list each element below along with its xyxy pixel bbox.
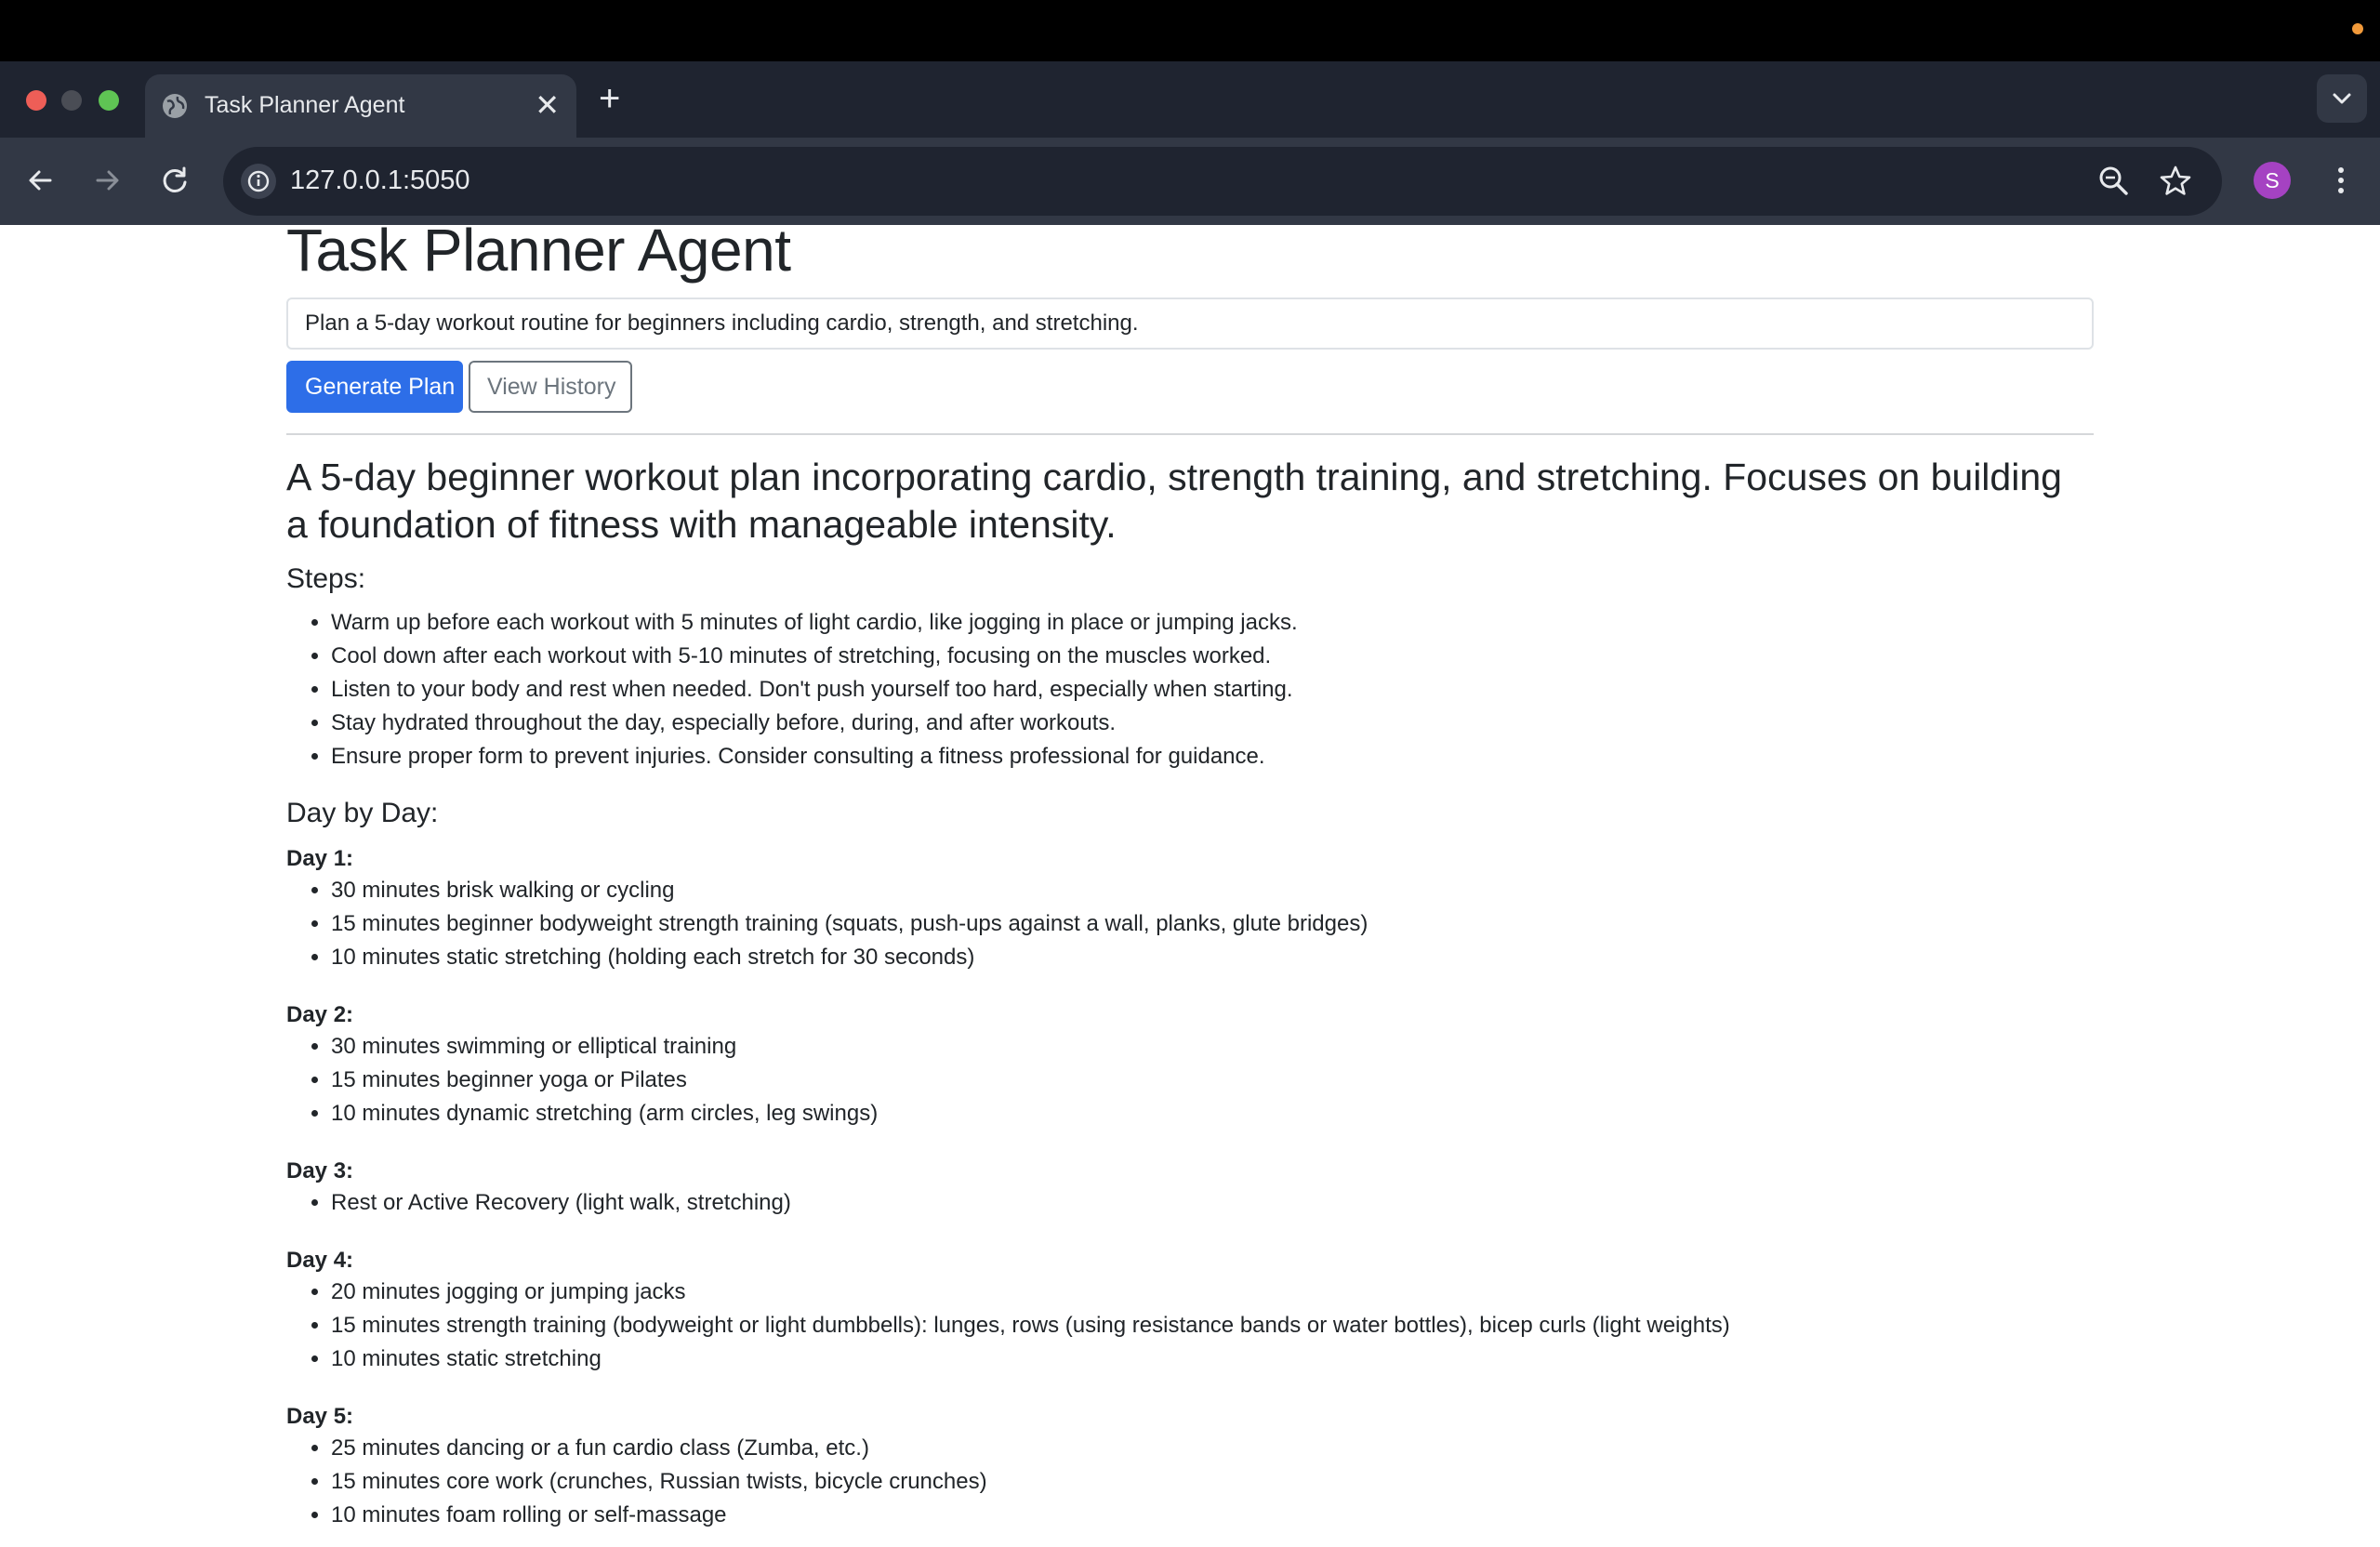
day-by-day-heading: Day by Day: — [286, 798, 439, 828]
steps-heading: Steps: — [286, 563, 366, 594]
day-item: 30 minutes brisk walking or cycling — [331, 874, 1368, 907]
day-item: 10 minutes dynamic stretching (arm circl… — [331, 1097, 878, 1130]
step-item: Ensure proper form to prevent injuries. … — [331, 740, 1298, 774]
task-input[interactable] — [286, 298, 2094, 350]
forward-arrow-icon[interactable] — [86, 160, 127, 201]
day-item-list: Rest or Active Recovery (light walk, str… — [286, 1186, 791, 1220]
day-item-list: 25 minutes dancing or a fun cardio class… — [286, 1432, 987, 1532]
chevron-down-icon — [2333, 93, 2351, 104]
info-icon[interactable] — [238, 161, 279, 202]
day-item: Rest or Active Recovery (light walk, str… — [331, 1186, 791, 1220]
day-item-list: 30 minutes swimming or elliptical traini… — [286, 1030, 878, 1130]
step-item: Warm up before each workout with 5 minut… — [331, 606, 1298, 640]
window-minimize-button[interactable] — [61, 90, 82, 111]
reload-icon[interactable] — [154, 160, 195, 201]
back-arrow-icon[interactable] — [20, 160, 61, 201]
day-item-list: 20 minutes jogging or jumping jacks 15 m… — [286, 1276, 1730, 1376]
window-close-button[interactable] — [26, 90, 46, 111]
steps-list: Warm up before each workout with 5 minut… — [286, 606, 1298, 774]
day-item: 20 minutes jogging or jumping jacks — [331, 1276, 1730, 1309]
day-item: 30 minutes swimming or elliptical traini… — [331, 1030, 878, 1064]
browser-tab-strip: Task Planner Agent ✕ + — [0, 61, 2380, 138]
tab-title: Task Planner Agent — [205, 92, 405, 118]
step-item: Listen to your body and rest when needed… — [331, 673, 1298, 707]
generate-plan-button[interactable]: Generate Plan — [286, 361, 463, 413]
day-label: Day 1: — [286, 846, 354, 871]
day-item-list: 30 minutes brisk walking or cycling 15 m… — [286, 874, 1368, 974]
view-history-button[interactable]: View History — [469, 361, 632, 413]
day-item: 10 minutes static stretching — [331, 1342, 1730, 1376]
step-item: Stay hydrated throughout the day, especi… — [331, 707, 1298, 740]
browser-tab-active[interactable]: Task Planner Agent ✕ — [145, 74, 576, 138]
day-item: 15 minutes beginner bodyweight strength … — [331, 907, 1368, 941]
address-bar[interactable]: 127.0.0.1:5050 — [223, 147, 2222, 216]
day-label: Day 4: — [286, 1248, 354, 1273]
plan-summary: A 5-day beginner workout plan incorporat… — [286, 456, 2062, 546]
more-vert-icon[interactable] — [2320, 160, 2361, 201]
day-label: Day 2: — [286, 1002, 354, 1027]
day-item: 15 minutes beginner yoga or Pilates — [331, 1064, 878, 1097]
day-item: 25 minutes dancing or a fun cardio class… — [331, 1432, 987, 1465]
day-item: 15 minutes core work (crunches, Russian … — [331, 1465, 987, 1499]
window-zoom-button[interactable] — [99, 90, 119, 111]
day-item: 10 minutes foam rolling or self-massage — [331, 1499, 987, 1532]
day-label: Day 3: — [286, 1158, 354, 1183]
divider — [286, 433, 2094, 435]
page-title: Task Planner Agent — [286, 225, 791, 284]
day-item: 15 minutes strength training (bodyweight… — [331, 1309, 1730, 1342]
star-icon[interactable] — [2157, 163, 2194, 200]
url-text[interactable]: 127.0.0.1:5050 — [290, 165, 470, 196]
day-item: 10 minutes static stretching (holding ea… — [331, 941, 1368, 974]
profile-avatar[interactable]: S — [2254, 162, 2291, 199]
recording-indicator — [2352, 23, 2363, 34]
close-icon[interactable]: ✕ — [535, 89, 560, 121]
plus-icon[interactable]: + — [599, 80, 620, 117]
system-menu-bar — [0, 0, 2380, 61]
tab-search-button[interactable] — [2317, 74, 2367, 123]
zoom-icon[interactable] — [2096, 163, 2133, 200]
browser-toolbar: 127.0.0.1:5050 S — [0, 138, 2380, 225]
day-label: Day 5: — [286, 1404, 354, 1429]
step-item: Cool down after each workout with 5-10 m… — [331, 640, 1298, 673]
globe-icon — [163, 94, 187, 118]
page-viewport: Task Planner Agent Generate Plan View Hi… — [0, 225, 2380, 1547]
